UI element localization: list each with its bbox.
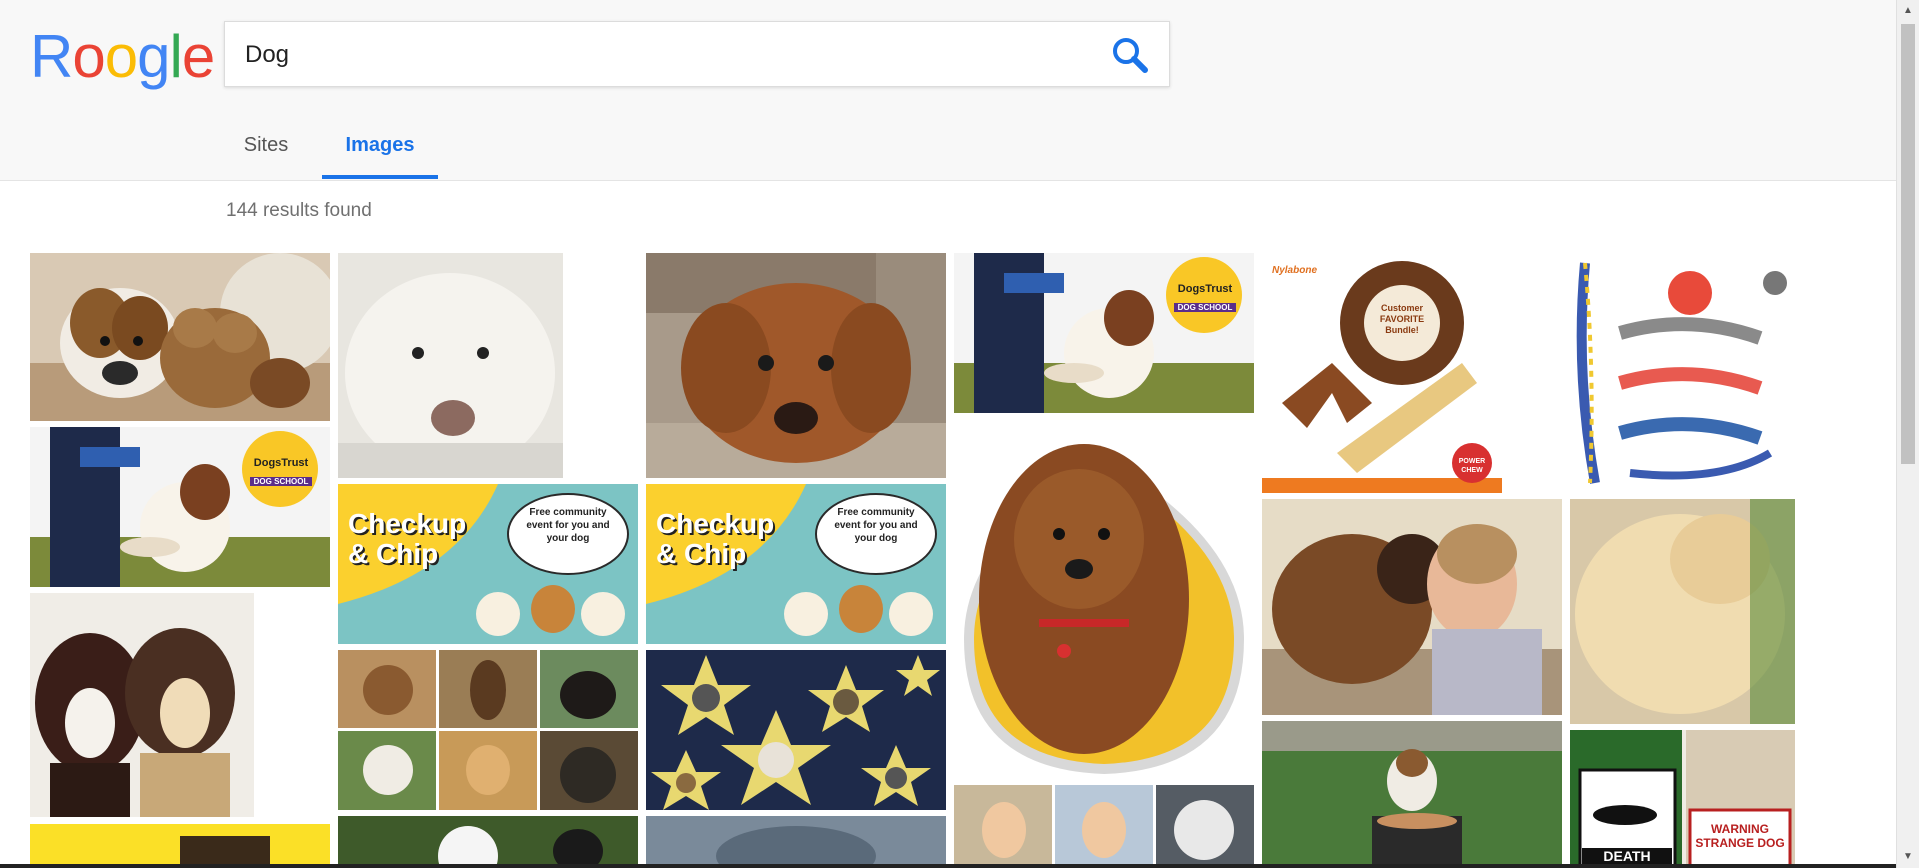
image-nylabone-bundle[interactable]: Nylabone Customer FAVORITE Bundle! POWER…	[1262, 253, 1502, 493]
scroll-down-arrow-icon[interactable]: ▼	[1897, 848, 1919, 866]
bottom-border	[0, 864, 1896, 868]
sign-death: DEATH	[1582, 848, 1672, 864]
image-dogs-trust-handshake-1[interactable]: DogsTrust DOG SCHOOL	[954, 253, 1254, 413]
image-jack-russell-with-toy[interactable]	[30, 253, 330, 421]
search-box	[224, 21, 1170, 87]
vertical-scrollbar[interactable]: ▲ ▼	[1896, 0, 1919, 868]
image-checkup-chip-1[interactable]: Checkup & Chip Free community event for …	[338, 484, 638, 644]
image-star-dogs[interactable]	[646, 650, 946, 810]
logo-letter: o	[72, 23, 105, 90]
badge-dogstrust: DogsTrust	[1177, 283, 1233, 295]
image-yellow-banner[interactable]	[30, 824, 330, 868]
logo-letter: g	[137, 23, 170, 90]
image-white-labrador[interactable]	[338, 253, 563, 478]
checkup-bubble: Free community event for you and your do…	[834, 507, 918, 544]
scroll-thumb[interactable]	[1901, 24, 1915, 464]
logo-letter: l	[169, 23, 182, 90]
nylabone-brand: Nylabone	[1272, 265, 1318, 276]
header: Roogle Sites Images	[0, 0, 1896, 181]
nylabone-stamp: POWER CHEW	[1458, 458, 1486, 474]
checkup-bubble: Free community event for you and your do…	[526, 507, 610, 544]
search-button[interactable]	[1109, 34, 1151, 76]
image-brown-dog-lying[interactable]	[646, 253, 946, 478]
scroll-up-arrow-icon[interactable]: ▲	[1897, 2, 1919, 20]
image-man-with-mastiff[interactable]	[1262, 499, 1562, 715]
image-boston-terriers[interactable]	[30, 593, 254, 817]
logo-letter: e	[181, 23, 215, 90]
image-golden-puppy-sleeping[interactable]	[1570, 499, 1795, 724]
image-dog-on-grass[interactable]	[1262, 721, 1562, 868]
nylabone-badge: Customer FAVORITE Bundle!	[1379, 303, 1425, 335]
image-dogs-trust-handshake-2[interactable]: DogsTrust DOG SCHOOL	[30, 427, 330, 587]
image-kids-and-husky[interactable]	[954, 785, 1254, 868]
results-count: 144 results found	[226, 200, 372, 221]
tab-sites[interactable]: Sites	[222, 118, 310, 178]
badge-dogschool: DOG SCHOOL	[250, 477, 312, 486]
image-ghost-dog[interactable]	[338, 816, 638, 868]
image-rope-toys[interactable]	[1570, 253, 1805, 488]
image-dog-collage[interactable]	[338, 650, 638, 810]
image-labradoodle-badge[interactable]	[954, 419, 1254, 779]
image-blurry-dog[interactable]	[646, 816, 946, 868]
checkup-title: Checkup & Chip	[348, 508, 467, 569]
image-warning-signs[interactable]: DEATH WARNING STRANGE DOG	[1570, 730, 1795, 868]
sign-warning: WARNING STRANGE DOG	[1695, 822, 1785, 850]
checkup-title: Checkup & Chip	[656, 508, 775, 569]
tab-images[interactable]: Images	[322, 118, 438, 179]
badge-dogschool: DOG SCHOOL	[1174, 303, 1236, 312]
logo-letter: R	[30, 23, 73, 90]
image-checkup-chip-2[interactable]: Checkup & Chip Free community event for …	[646, 484, 946, 644]
search-icon	[1113, 38, 1148, 73]
logo-letter: o	[104, 23, 138, 90]
logo[interactable]: Roogle	[30, 22, 215, 92]
badge-dogstrust: DogsTrust	[253, 457, 309, 469]
search-input[interactable]	[243, 36, 1067, 74]
